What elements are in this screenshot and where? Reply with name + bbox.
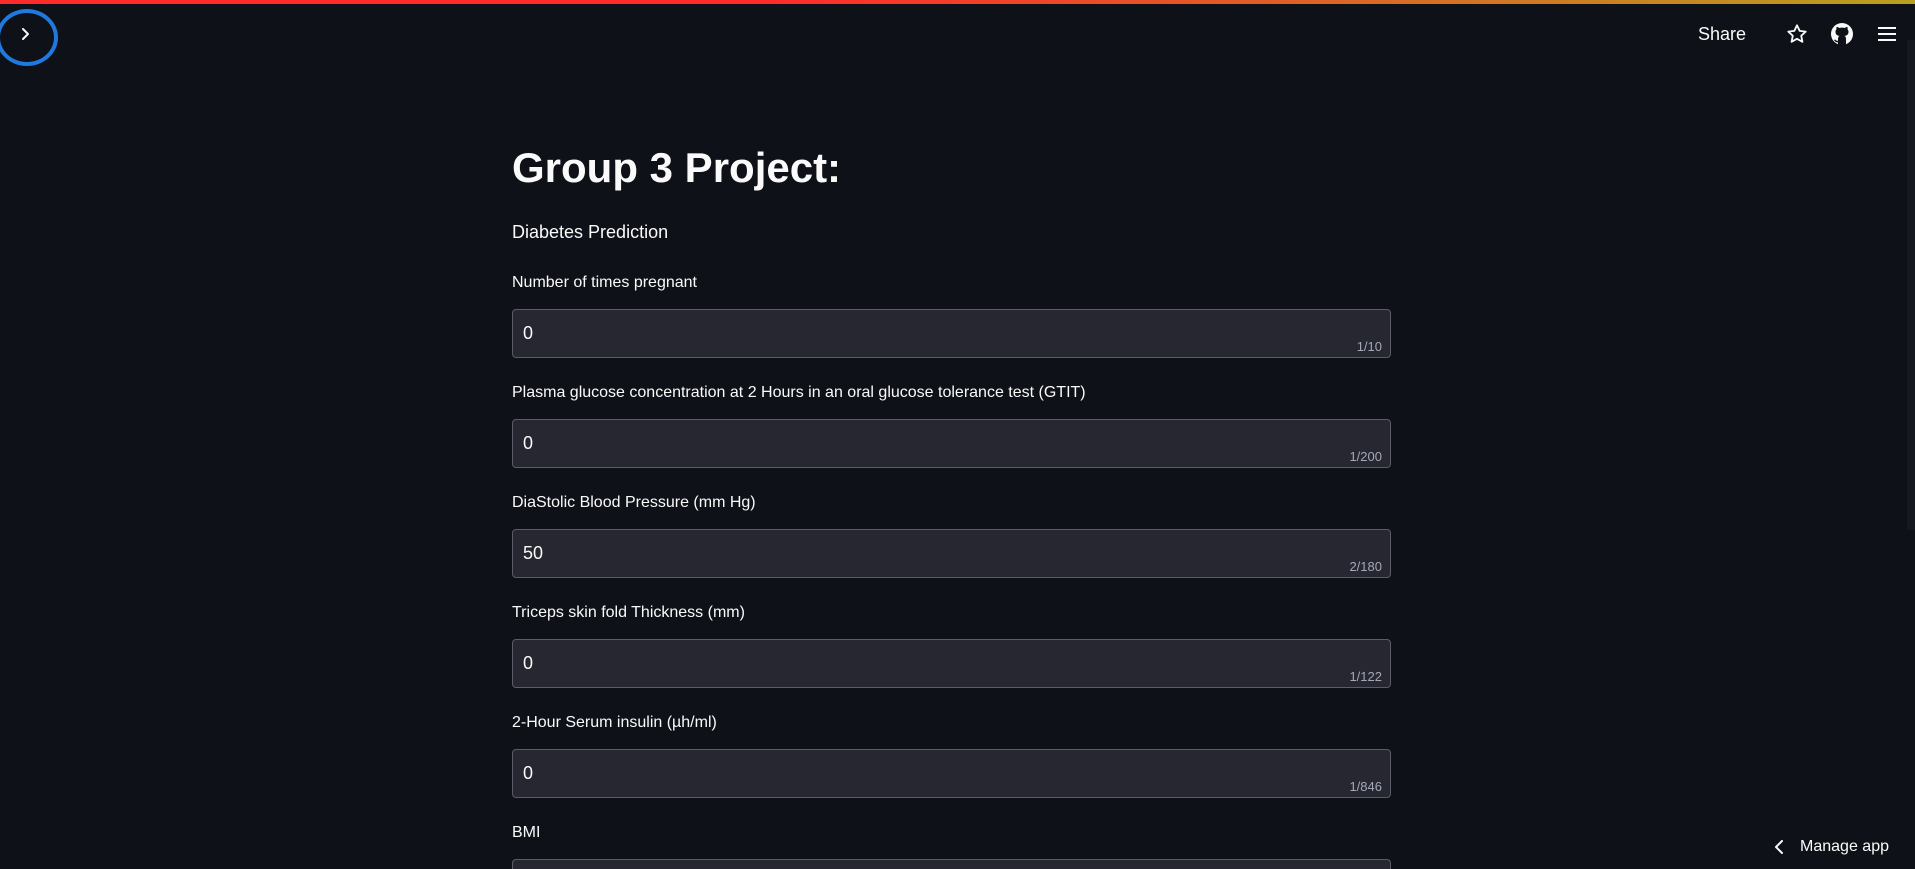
skin-thickness-input[interactable]	[523, 640, 1283, 687]
github-icon	[1831, 23, 1853, 45]
glucose-char-counter: 1/200	[1349, 449, 1382, 464]
bmi-field[interactable]	[512, 859, 1391, 869]
glucose-label: Plasma glucose concentration at 2 Hours …	[512, 384, 1086, 401]
blood-pressure-char-counter: 2/180	[1349, 559, 1382, 574]
glucose-field[interactable]: 1/200	[512, 419, 1391, 468]
skin-thickness-field[interactable]: 1/122	[512, 639, 1391, 688]
glucose-input[interactable]	[523, 420, 1283, 467]
star-button[interactable]	[1781, 18, 1813, 50]
sidebar-toggle-button[interactable]	[6, 14, 46, 54]
chevron-right-icon	[22, 28, 29, 40]
skin-thickness-label: Triceps skin fold Thickness (mm)	[512, 604, 745, 621]
pregnancies-field[interactable]: 1/10	[512, 309, 1391, 358]
pregnancies-char-counter: 1/10	[1356, 339, 1382, 354]
insulin-label: 2-Hour Serum insulin (µh/ml)	[512, 714, 717, 731]
manage-app-button[interactable]: Manage app	[1774, 834, 1889, 860]
blood-pressure-input[interactable]	[523, 530, 1283, 577]
manage-app-label: Manage app	[1800, 838, 1889, 855]
bmi-label: BMI	[512, 824, 541, 841]
hamburger-menu-icon	[1878, 27, 1896, 41]
blood-pressure-label: DiaStolic Blood Pressure (mm Hg)	[512, 494, 756, 511]
skin-thickness-char-counter: 1/122	[1349, 669, 1382, 684]
page-subtitle: Diabetes Prediction	[512, 222, 669, 242]
share-button[interactable]: Share	[1698, 24, 1746, 45]
page-title: Group 3 Project:	[512, 144, 842, 191]
pregnancies-label: Number of times pregnant	[512, 274, 697, 291]
pregnancies-input[interactable]	[523, 310, 1283, 357]
top-decoration-bar	[0, 0, 1915, 4]
github-button[interactable]	[1826, 18, 1858, 50]
blood-pressure-field[interactable]: 2/180	[512, 529, 1391, 578]
star-icon	[1787, 24, 1807, 43]
insulin-input[interactable]	[523, 750, 1283, 797]
insulin-field[interactable]: 1/846	[512, 749, 1391, 798]
chevron-left-icon	[1775, 840, 1784, 854]
header-toolbar: Share	[1698, 18, 1903, 50]
scrollbar[interactable]	[1907, 40, 1915, 530]
insulin-char-counter: 1/846	[1349, 779, 1382, 794]
app-page: Share Group 3 Project: Diabetes Predicti…	[0, 0, 1915, 869]
main-menu-button[interactable]	[1871, 18, 1903, 50]
